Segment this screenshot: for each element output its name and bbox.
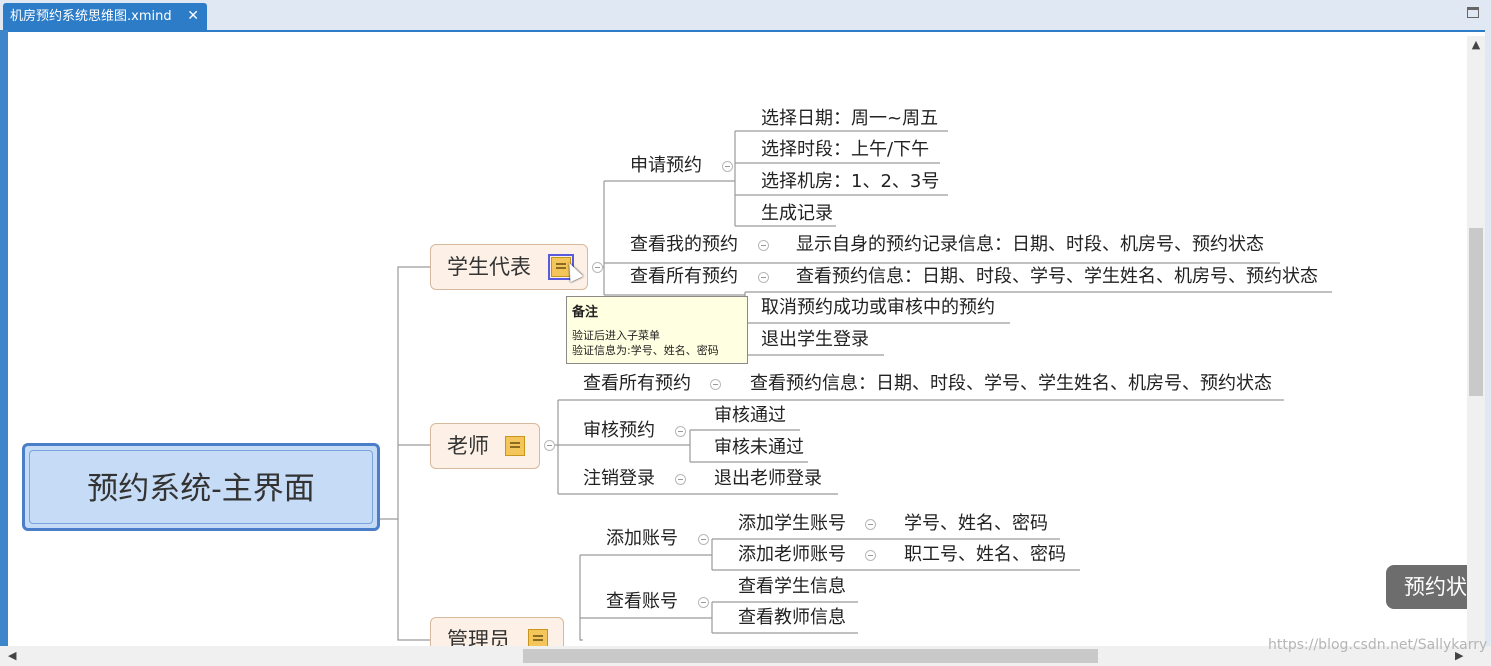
collapse-icon[interactable] [675, 426, 686, 437]
node-student-logout[interactable]: 退出学生登录 [761, 329, 869, 351]
collapse-icon[interactable] [865, 519, 876, 530]
window-left-edge [0, 30, 8, 666]
node-add-teacher-detail[interactable]: 职工号、姓名、密码 [904, 544, 1066, 566]
collapse-icon[interactable] [592, 262, 603, 273]
collapse-icon[interactable] [758, 240, 769, 251]
node-apply[interactable]: 申请预约 [630, 155, 702, 177]
watermark: https://blog.csdn.net/Sallykarry [1268, 637, 1488, 653]
node-review[interactable]: 审核预约 [583, 420, 655, 442]
node-teacher-view-all[interactable]: 查看所有预约 [583, 373, 691, 395]
node-add-teacher[interactable]: 添加老师账号 [738, 544, 846, 566]
root-node-label: 预约系统-主界面 [29, 450, 373, 524]
collapse-icon[interactable] [698, 534, 709, 545]
collapse-icon[interactable] [722, 161, 733, 172]
note-tooltip: 备注 验证后进入子菜单 验证信息为:学号、姓名、密码 [566, 296, 748, 364]
node-cancel[interactable]: 取消预约成功或审核中的预约 [761, 297, 995, 319]
tooltip-line: 验证后进入子菜单 [572, 329, 660, 342]
title-bar: 机房预约系统思维图.xmind ✕ [0, 0, 1491, 30]
node-choose-room[interactable]: 选择机房：1、2、3号 [761, 171, 939, 193]
node-choose-date[interactable]: 选择日期：周一~周五 [761, 108, 938, 130]
collapse-icon[interactable] [710, 379, 721, 390]
node-review-fail[interactable]: 审核未通过 [714, 437, 804, 459]
vertical-scroll-thumb[interactable] [1469, 228, 1483, 396]
close-icon[interactable]: ✕ [187, 3, 199, 30]
node-add-account[interactable]: 添加账号 [606, 528, 678, 550]
floating-button[interactable]: 预约状 [1386, 565, 1478, 609]
vertical-scrollbar[interactable]: ▲ [1467, 36, 1485, 646]
collapse-icon[interactable] [544, 440, 555, 451]
scroll-left-icon[interactable]: ◀ [8, 646, 16, 666]
teacher-node-label: 老师 [447, 434, 489, 458]
horizontal-scroll-thumb[interactable] [523, 649, 1098, 663]
maximize-icon[interactable] [1467, 7, 1479, 18]
tooltip-line: 验证信息为:学号、姓名、密码 [572, 344, 719, 357]
node-view-account[interactable]: 查看账号 [606, 591, 678, 613]
scroll-up-icon[interactable]: ▲ [1467, 36, 1485, 54]
node-view-mine-detail[interactable]: 显示自身的预约记录信息：日期、时段、机房号、预约状态 [796, 234, 1264, 256]
node-teacher-logout[interactable]: 注销登录 [583, 468, 655, 490]
node-teacher-view-all-detail[interactable]: 查看预约信息：日期、时段、学号、学生姓名、机房号、预约状态 [750, 373, 1272, 395]
node-view-mine[interactable]: 查看我的预约 [630, 234, 738, 256]
node-add-student-detail[interactable]: 学号、姓名、密码 [904, 513, 1048, 535]
node-review-pass[interactable]: 审核通过 [714, 405, 786, 427]
collapse-icon[interactable] [758, 272, 769, 283]
node-add-student[interactable]: 添加学生账号 [738, 513, 846, 535]
collapse-icon[interactable] [865, 550, 876, 561]
file-tab[interactable]: 机房预约系统思维图.xmind ✕ [3, 3, 207, 30]
collapse-icon[interactable] [675, 474, 686, 485]
root-node[interactable]: 预约系统-主界面 [22, 443, 380, 531]
node-choose-period[interactable]: 选择时段：上午/下午 [761, 139, 929, 161]
collapse-icon[interactable] [698, 597, 709, 608]
node-view-teacher-info[interactable]: 查看教师信息 [738, 607, 846, 629]
node-view-all[interactable]: 查看所有预约 [630, 266, 738, 288]
node-generate-record[interactable]: 生成记录 [761, 203, 833, 225]
node-teacher-logout-detail[interactable]: 退出老师登录 [714, 468, 822, 490]
node-view-student-info[interactable]: 查看学生信息 [738, 576, 846, 598]
student-node-label: 学生代表 [447, 255, 531, 279]
file-tab-title: 机房预约系统思维图.xmind [10, 9, 172, 24]
node-view-all-detail[interactable]: 查看预约信息：日期、时段、学号、学生姓名、机房号、预约状态 [796, 266, 1318, 288]
tooltip-title: 备注 [572, 305, 599, 320]
note-icon[interactable] [505, 436, 525, 456]
